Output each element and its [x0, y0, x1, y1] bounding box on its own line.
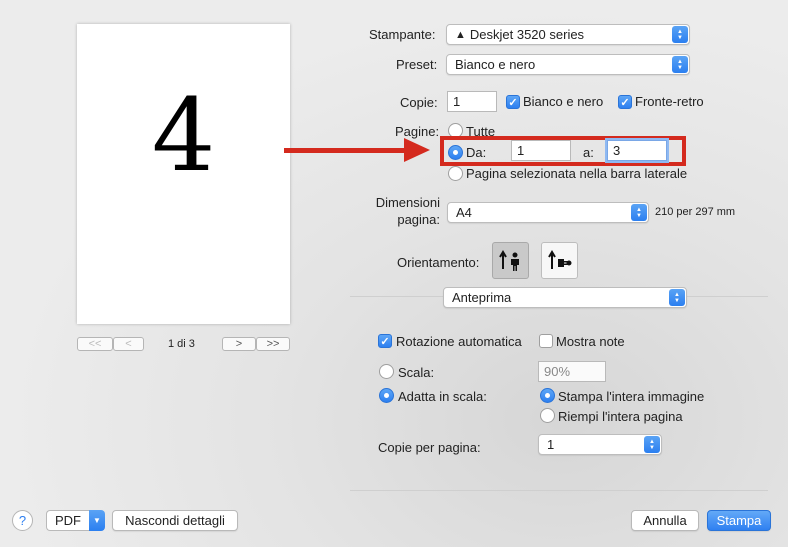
landscape-person-icon [547, 249, 571, 269]
popup-stepper-icon: ▲ ▼ [644, 436, 660, 453]
pages-label: Pagine: [395, 124, 440, 139]
warning-triangle-icon: ▲ [455, 28, 466, 41]
paper-size-popup[interactable]: A4 ▲ ▼ [447, 202, 649, 223]
copies-per-page-value: 1 [547, 437, 555, 452]
portrait-person-icon [498, 249, 519, 271]
printer-label: Stampante: [369, 27, 436, 42]
fill-page-radio[interactable] [540, 408, 555, 423]
help-button[interactable]: ? [12, 510, 33, 531]
orientation-label: Orientamento: [397, 255, 480, 270]
paper-size-value: A4 [456, 205, 472, 220]
hide-details-button[interactable]: Nascondi dettagli [112, 510, 238, 531]
fit-radio[interactable] [379, 388, 394, 403]
footer-divider [350, 490, 768, 491]
popup-stepper-icon: ▲ ▼ [631, 204, 647, 221]
section-popup[interactable]: Anteprima ▲ ▼ [443, 287, 687, 308]
copies-per-page-popup[interactable]: 1 ▲ ▼ [538, 434, 662, 455]
printer-value: Deskjet 3520 series [469, 27, 585, 42]
print-entire-label: Stampa l'intera immagine [558, 389, 705, 404]
copies-label: Copie: [400, 95, 438, 110]
duplex-checkbox-label: Fronte-retro [635, 94, 704, 109]
pages-sidebar-label: Pagina selezionata nella barra laterale [466, 166, 688, 181]
printer-popup[interactable]: ▲ Deskjet 3520 series ▲ ▼ [446, 24, 690, 45]
next-page-button[interactable]: > [222, 337, 256, 351]
preset-label: Preset: [396, 57, 438, 72]
pages-from-radio[interactable] [448, 145, 463, 160]
popup-stepper-icon: ▲ ▼ [669, 289, 685, 306]
pages-from-label: Da: [466, 145, 487, 160]
fit-label: Adatta in scala: [398, 389, 487, 404]
show-notes-checkbox[interactable] [539, 334, 553, 348]
scale-radio[interactable] [379, 364, 394, 379]
pdf-label: PDF [46, 510, 89, 531]
auto-rotate-checkbox[interactable]: ✓ [378, 334, 392, 348]
preset-value: Bianco e nero [455, 57, 536, 72]
print-button[interactable]: Stampa [707, 510, 771, 531]
popup-stepper-icon: ▲ ▼ [672, 26, 688, 43]
bw-checkbox-label: Bianco e nero [523, 94, 604, 109]
print-entire-radio[interactable] [540, 388, 555, 403]
previous-page-button[interactable]: < [113, 337, 144, 351]
popup-stepper-icon: ▲ ▼ [672, 56, 688, 73]
copies-field[interactable]: 1 [447, 91, 497, 112]
pages-sidebar-radio[interactable] [448, 166, 463, 181]
page-preview-digit: 4 [151, 77, 216, 194]
paper-size-dimensions: 210 per 297 mm [655, 206, 736, 218]
pages-to-field[interactable]: 3 [607, 140, 667, 161]
duplex-checkbox[interactable]: ✓ [618, 95, 632, 109]
show-notes-label: Mostra note [556, 334, 625, 349]
page-counter-label: 1 di 3 [168, 338, 195, 350]
fill-page-label: Riempi l'intera pagina [558, 409, 683, 424]
page-preview: 4 [77, 24, 290, 324]
paper-size-label-line2: pagina: [397, 212, 440, 227]
red-arrow-shaft [284, 148, 408, 153]
first-page-button[interactable]: << [77, 337, 113, 351]
orientation-landscape-button[interactable] [541, 242, 578, 279]
section-popup-value: Anteprima [452, 290, 512, 305]
auto-rotate-label: Rotazione automatica [396, 334, 522, 349]
chevron-down-icon: ▼ [89, 510, 105, 531]
preset-popup[interactable]: Bianco e nero ▲ ▼ [446, 54, 690, 75]
pages-to-label: a: [583, 145, 594, 160]
pages-from-field[interactable]: 1 [511, 140, 571, 161]
orientation-portrait-button[interactable] [492, 242, 529, 279]
pdf-menu-button[interactable]: PDF ▼ [46, 510, 105, 531]
red-arrow-head-icon [404, 138, 430, 162]
scale-label: Scala: [398, 365, 435, 380]
paper-size-label-line1: Dimensioni [375, 195, 440, 210]
last-page-button[interactable]: >> [256, 337, 290, 351]
cancel-button[interactable]: Annulla [631, 510, 699, 531]
scale-field[interactable]: 90% [538, 361, 606, 382]
copies-per-page-label: Copie per pagina: [378, 440, 481, 455]
bw-checkbox[interactable]: ✓ [506, 95, 520, 109]
